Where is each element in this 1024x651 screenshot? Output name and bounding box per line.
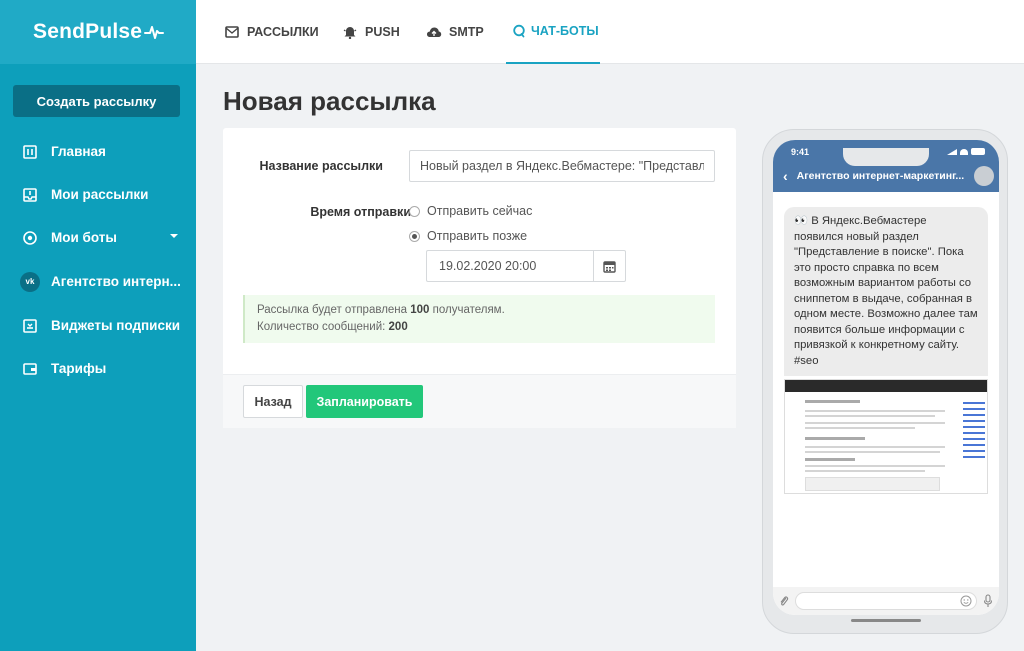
wallet-icon [22, 361, 38, 377]
sidebar-item-home[interactable]: Главная [0, 130, 196, 173]
sidebar-item-widgets[interactable]: Виджеты подписки [0, 304, 196, 347]
radio-send-now[interactable] [409, 205, 420, 217]
status-icons [947, 148, 985, 155]
radio-send-later[interactable] [409, 230, 420, 242]
status-time: 9:41 [791, 147, 810, 157]
create-campaign-button[interactable]: Создать рассылку [13, 85, 180, 117]
sidebar-item-label: Мои боты [51, 230, 117, 245]
send-later-option[interactable]: Отправить позже [409, 229, 527, 243]
battery-icon [971, 148, 985, 155]
logo-text: SendPulse [33, 20, 143, 43]
sidebar-item-label: Главная [51, 144, 106, 159]
inbox-icon [22, 187, 38, 203]
message-bubble: 👀 В Яндекс.Вебмастере появился новый раз… [784, 207, 988, 376]
chat-icon [511, 23, 527, 39]
send-later-label: Отправить позже [427, 229, 528, 243]
sidebar-nav: Главная Мои рассылки Мои боты vk Агентст… [0, 130, 196, 390]
chat-title-row: ‹ Агентство интернет-маркетинг... [783, 166, 994, 186]
message-input-bar [773, 587, 999, 615]
bell-icon [342, 24, 358, 40]
widget-icon [22, 318, 38, 334]
signal-icon [947, 149, 957, 155]
tab-label: РАССЫЛКИ [247, 25, 319, 39]
message-text: В Яндекс.Вебмастере появился новый разде… [794, 215, 978, 351]
back-button[interactable]: Назад [243, 385, 303, 418]
chat-header: 9:41 ‹ Агентство интернет-маркетинг... [773, 140, 999, 192]
image-header [785, 380, 987, 392]
send-now-label: Отправить сейчас [427, 204, 533, 218]
calendar-icon [603, 260, 616, 273]
sidebar-item-label: Агентство интерн... [51, 274, 181, 289]
calendar-button[interactable] [593, 250, 626, 282]
phone-screen: 9:41 ‹ Агентство интернет-маркетинг... 👀… [773, 140, 999, 615]
sidebar-item-campaigns[interactable]: Мои рассылки [0, 173, 196, 216]
notice-recipients-line: Рассылка будет отправлена 100 получателя… [257, 304, 505, 316]
logo[interactable]: SendPulse [0, 0, 196, 64]
tab-chatbots[interactable]: ЧАТ-БОТЫ [506, 0, 600, 64]
message-image [784, 379, 988, 494]
schedule-button[interactable]: Запланировать [306, 385, 423, 418]
sidebar-item-agency[interactable]: vk Агентство интерн... [0, 259, 196, 304]
notice-messages-line: Количество сообщений: 200 [257, 321, 408, 333]
sidebar-item-label: Виджеты подписки [51, 318, 181, 333]
microphone-icon[interactable] [983, 594, 993, 608]
avatar[interactable] [974, 166, 994, 186]
chat-title: Агентство интернет-маркетинг... [796, 170, 965, 182]
pulse-icon [144, 26, 165, 39]
smile-icon[interactable] [960, 595, 972, 607]
chevron-down-icon[interactable] [170, 234, 178, 238]
page-title: Новая рассылка [223, 86, 436, 116]
tab-campaigns[interactable]: РАССЫЛКИ [224, 0, 319, 64]
message-input[interactable] [795, 592, 977, 610]
vk-icon: vk [20, 271, 40, 292]
message-hashtag: #seo [794, 354, 819, 367]
home-icon [22, 144, 38, 160]
recipients-count: 100 [410, 304, 430, 316]
sidebar-item-label: Мои рассылки [51, 187, 149, 202]
recipients-notice: Рассылка будет отправлена 100 получателя… [243, 295, 715, 343]
tab-push[interactable]: PUSH [342, 0, 400, 64]
send-now-option[interactable]: Отправить сейчас [409, 204, 532, 218]
sidebar: SendPulse Создать рассылку Главная Мои р… [0, 0, 196, 651]
phone-preview: 9:41 ‹ Агентство интернет-маркетинг... 👀… [762, 129, 1008, 634]
eyes-emoji-icon: 👀 [794, 215, 809, 227]
wifi-icon [960, 149, 968, 155]
sidebar-item-pricing[interactable]: Тарифы [0, 347, 196, 390]
mail-icon [224, 24, 240, 40]
tab-label: SMTP [449, 25, 484, 39]
tab-label: PUSH [365, 25, 400, 39]
tab-label: ЧАТ-БОТЫ [531, 24, 599, 38]
top-nav: РАССЫЛКИ PUSH SMTP ЧАТ-БОТЫ [196, 0, 1024, 64]
sidebar-item-label: Тарифы [51, 361, 107, 376]
bots-icon [22, 230, 38, 246]
campaign-name-label: Название рассылки [259, 159, 383, 173]
paperclip-icon[interactable] [779, 595, 789, 607]
campaign-form: Название рассылки Время отправки Отправи… [223, 128, 736, 428]
home-indicator [851, 619, 921, 622]
tab-smtp[interactable]: SMTP [426, 0, 484, 64]
sidebar-item-bots[interactable]: Мои боты [0, 216, 196, 259]
back-arrow-icon[interactable]: ‹ [783, 169, 788, 183]
campaign-name-input[interactable] [409, 150, 715, 182]
chat-area: 👀 В Яндекс.Вебмастере появился новый раз… [773, 192, 999, 587]
cloud-icon [426, 24, 442, 40]
phone-notch [843, 148, 929, 166]
datetime-input[interactable] [426, 250, 593, 282]
send-time-label: Время отправки [310, 205, 411, 219]
messages-count: 200 [388, 321, 408, 333]
